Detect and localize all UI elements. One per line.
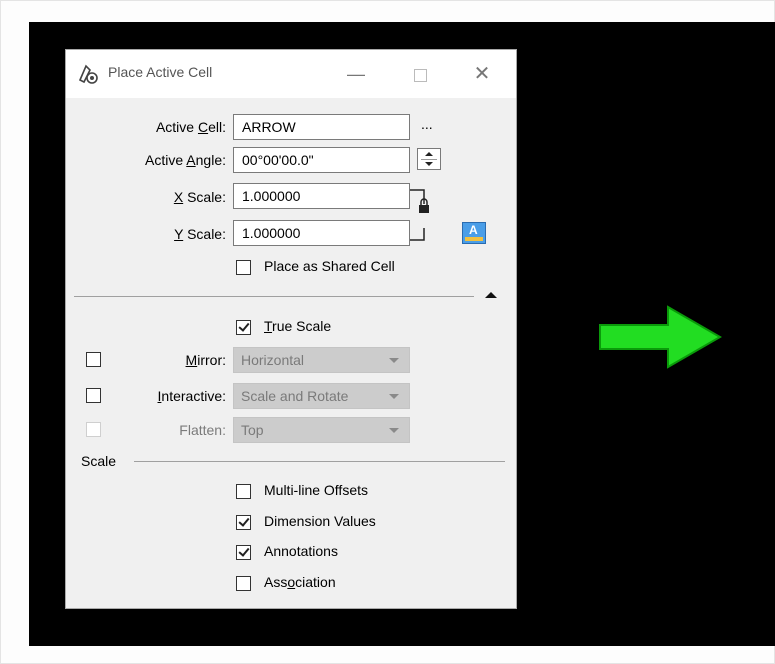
spin-up-icon[interactable] [425, 152, 433, 156]
dimension-values-label: Dimension Values [264, 513, 376, 529]
true-scale-label: True Scale [264, 318, 332, 334]
interactive-dropdown[interactable]: Scale and Rotate [233, 383, 410, 409]
mirror-label: Mirror: [185, 352, 226, 368]
annotations-checkbox[interactable] [236, 545, 251, 560]
x-scale-label: X Scale: [173, 189, 226, 205]
chevron-down-icon [389, 428, 399, 433]
y-scale-label: Y Scale: [174, 226, 226, 242]
close-button[interactable]: ✕ [468, 60, 496, 88]
spin-down-icon[interactable] [425, 162, 433, 166]
browse-cell-button[interactable]: ... [421, 116, 433, 132]
active-cell-input[interactable]: ARROW [233, 114, 410, 140]
x-scale-input[interactable]: 1.000000 [233, 183, 410, 209]
scale-lock-icon[interactable] [410, 188, 434, 244]
true-scale-checkbox[interactable] [236, 320, 251, 335]
place-cell-icon [78, 64, 98, 84]
annotations-label: Annotations [264, 543, 338, 559]
minimize-button[interactable]: — [342, 60, 370, 88]
chevron-down-icon [389, 358, 399, 363]
collapse-up-icon[interactable] [485, 292, 497, 298]
place-active-cell-dialog: Place Active Cell — ✕ Active Cell: ARROW… [65, 49, 517, 609]
active-angle-label: Active Angle: [145, 152, 226, 168]
flatten-dropdown[interactable]: Top [233, 417, 410, 443]
maximize-button[interactable] [406, 60, 434, 88]
y-scale-input[interactable]: 1.000000 [233, 220, 410, 246]
angle-spinner[interactable] [417, 148, 441, 170]
annotation-scale-icon[interactable]: A [462, 222, 486, 244]
flatten-label: Flatten: [179, 422, 226, 438]
active-cell-label: Active Cell: [155, 119, 226, 135]
interactive-label: Interactive: [157, 388, 226, 404]
multi-line-offsets-label: Multi-line Offsets [264, 482, 368, 498]
chevron-down-icon [389, 394, 399, 399]
scale-section-label: Scale [81, 453, 117, 469]
maximize-icon [413, 68, 427, 82]
association-label: Association [264, 574, 336, 590]
title-bar[interactable]: Place Active Cell — ✕ [66, 50, 516, 98]
scale-section-divider [134, 461, 505, 462]
place-shared-cell-label: Place as Shared Cell [264, 258, 395, 274]
multi-line-offsets-checkbox[interactable] [236, 484, 251, 499]
mirror-dropdown[interactable]: Horizontal [233, 347, 410, 373]
dialog-title: Place Active Cell [108, 64, 213, 80]
section-divider [74, 296, 474, 297]
green-arrow-shape[interactable] [598, 305, 722, 369]
active-angle-input[interactable]: 00°00'00.0" [233, 147, 410, 173]
dimension-values-checkbox[interactable] [236, 515, 251, 530]
association-checkbox[interactable] [236, 576, 251, 591]
place-shared-cell-checkbox[interactable] [236, 260, 251, 275]
